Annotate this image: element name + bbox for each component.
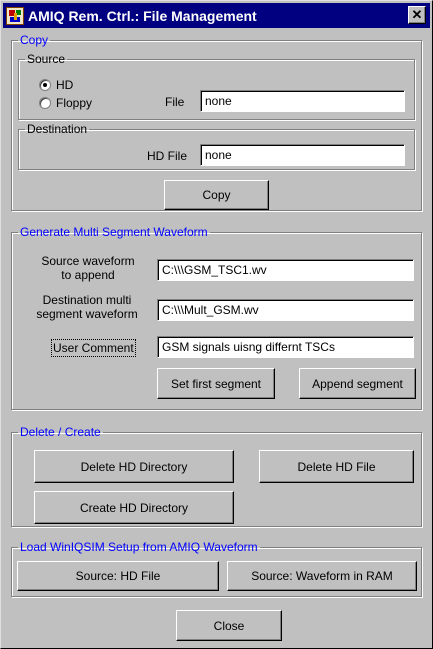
radio-floppy-indicator[interactable] <box>39 97 51 109</box>
delete-hd-directory-button[interactable]: Delete HD Directory <box>34 450 234 483</box>
copy-button-label: Copy <box>202 188 231 202</box>
title-bar[interactable]: AMIQ Rem. Ctrl.: File Management ✕ <box>3 3 430 28</box>
destination-group-label: Destination <box>27 122 88 136</box>
source-waveform-label: Source waveform to append <box>41 254 135 282</box>
copy-group-label: Copy <box>20 33 49 47</box>
close-icon: ✕ <box>411 7 423 22</box>
source-waveform-field[interactable]: C:\\\GSM_TSC1.wv <box>157 259 414 281</box>
set-first-segment-label: Set first segment <box>170 376 262 391</box>
append-segment-label: Append segment <box>312 376 403 391</box>
destination-waveform-label: Destination multi segment waveform <box>36 293 138 321</box>
user-comment-field[interactable]: GSM signals uisng differnt TSCs <box>157 336 414 358</box>
radio-hd-indicator[interactable] <box>39 79 51 91</box>
source-waveform-ram-button[interactable]: Source: Waveform in RAM <box>227 561 417 591</box>
radio-floppy[interactable]: Floppy <box>39 96 92 110</box>
append-segment-button[interactable]: Append segment <box>299 368 416 399</box>
source-hd-file-button[interactable]: Source: HD File <box>17 561 219 591</box>
window-title: AMIQ Rem. Ctrl.: File Management <box>28 7 257 24</box>
create-hd-directory-button[interactable]: Create HD Directory <box>34 491 234 524</box>
close-window-button[interactable]: ✕ <box>408 6 426 24</box>
file-management-window: AMIQ Rem. Ctrl.: File Management ✕ Copy … <box>0 0 433 649</box>
delete-hd-file-label: Delete HD File <box>297 459 376 474</box>
user-comment-label[interactable]: User Comment <box>51 339 136 357</box>
app-icon <box>6 6 24 25</box>
delete-hd-directory-label: Delete HD Directory <box>80 459 188 474</box>
radio-hd-label: HD <box>56 78 74 92</box>
hd-file-label: HD File <box>147 149 188 163</box>
set-first-segment-button[interactable]: Set first segment <box>157 368 275 399</box>
delete-hd-file-button[interactable]: Delete HD File <box>259 450 414 483</box>
create-hd-directory-label: Create HD Directory <box>79 500 189 515</box>
close-button[interactable]: Close <box>176 610 282 641</box>
destination-hd-file-field[interactable]: none <box>200 144 405 166</box>
close-button-label: Close <box>213 618 245 633</box>
source-hd-file-label: Source: HD File <box>75 569 161 583</box>
radio-hd[interactable]: HD <box>39 78 73 92</box>
file-label: File <box>165 95 185 109</box>
source-group-label: Source <box>27 52 66 66</box>
multi-segment-group-label: Generate Multi Segment Waveform <box>20 225 208 239</box>
delete-create-group-label: Delete / Create <box>20 425 101 439</box>
source-waveform-ram-label: Source: Waveform in RAM <box>251 569 393 583</box>
destination-waveform-field[interactable]: C:\\\Mult_GSM.wv <box>157 299 414 321</box>
radio-floppy-label: Floppy <box>56 96 93 110</box>
source-file-field[interactable]: none <box>200 90 405 112</box>
copy-button[interactable]: Copy <box>164 180 269 210</box>
load-setup-group-label: Load WinIQSIM Setup from AMIQ Waveform <box>20 540 258 554</box>
